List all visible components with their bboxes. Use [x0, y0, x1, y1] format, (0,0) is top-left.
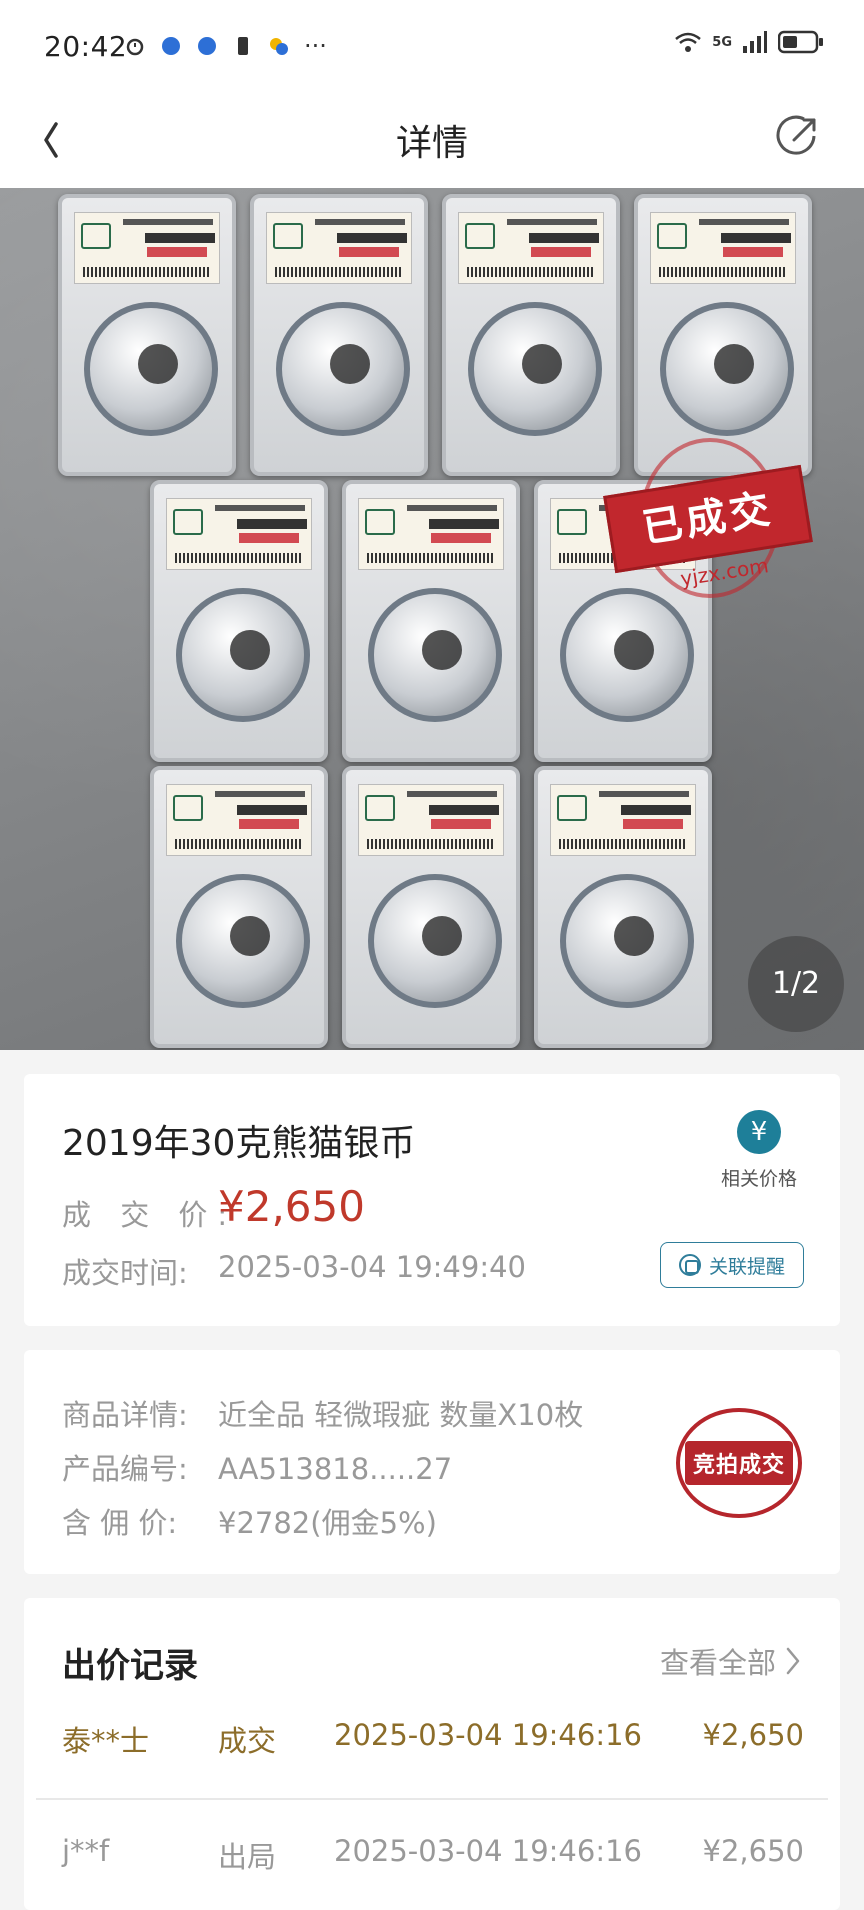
view-all-label: 查看全部: [659, 1646, 776, 1680]
auction-badge-label: 竞拍成交: [684, 1441, 793, 1485]
bid-time: 2025-03-04 19:46:16: [334, 1718, 642, 1752]
detail-row-product-id: 产品编号: AA513818.....27: [62, 1446, 452, 1488]
coin-slab: [250, 194, 428, 476]
sim-icon: [238, 37, 248, 55]
coin-slab: [150, 766, 328, 1048]
detail-row-commission-price: 含 佣 价: ¥2782(佣金5%): [62, 1500, 437, 1542]
price-label: 成 交 价:: [62, 1198, 238, 1232]
bid-amount: ¥2,650: [702, 1718, 804, 1752]
coin-slab: [634, 194, 812, 476]
gallery-page-indicator: 1/2: [748, 936, 844, 1032]
bid-amount: ¥2,650: [702, 1834, 804, 1868]
status-bar: 20:42 ··· 5G: [0, 0, 864, 92]
deal-time: 2025-03-04 19:49:40: [218, 1250, 526, 1284]
signal-icon: [743, 31, 767, 53]
detail-row-condition: 商品详情: 近全品 轻微瑕疵 数量X10枚: [62, 1392, 583, 1434]
deal-price: ¥2,650: [218, 1182, 365, 1231]
wifi-icon: [675, 32, 702, 52]
bid-row: j**f 出局 2025-03-04 19:46:16 ¥2,650: [62, 1834, 804, 1894]
app-icon: [162, 37, 180, 55]
network-type: 5G: [712, 34, 732, 50]
bid-records-title: 出价记录: [62, 1646, 198, 1686]
yuan-icon: ¥: [737, 1110, 781, 1154]
page-title: 详情: [395, 123, 468, 164]
coin-slab: [342, 480, 520, 762]
auction-sold-badge: 竞拍成交: [676, 1408, 802, 1518]
nav-bar: 详情: [0, 92, 864, 188]
product-image-gallery[interactable]: 已成交 yjzx.com 1/2: [0, 188, 864, 1050]
detail-value: AA513818.....27: [218, 1452, 453, 1486]
deal-time-label: 成交时间:: [62, 1256, 188, 1290]
detail-key: 商品详情:: [62, 1398, 188, 1432]
link-remind-label: 关联提醒: [708, 1255, 785, 1278]
detail-value: 近全品 轻微瑕疵 数量X10枚: [218, 1398, 584, 1432]
bid-user: j**f: [62, 1834, 110, 1868]
chevron-right-icon: [786, 1647, 800, 1675]
row-divider: [36, 1798, 828, 1800]
coin-slab: [442, 194, 620, 476]
share-button[interactable]: [768, 106, 828, 166]
app-icon: [270, 38, 288, 55]
link-icon: [678, 1254, 701, 1276]
coin-slab: [342, 766, 520, 1048]
coin-slab: [150, 480, 328, 762]
product-details-card: 商品详情: 近全品 轻微瑕疵 数量X10枚 产品编号: AA513818.....2…: [24, 1350, 840, 1574]
status-time: 20:42: [44, 30, 128, 63]
bid-status: 成交: [218, 1724, 277, 1758]
status-notification-icons: ···: [124, 32, 327, 60]
view-all-button[interactable]: 查看全部: [660, 1640, 804, 1682]
product-title: 2019年30克熊猫银币: [62, 1123, 416, 1164]
detail-key: 产品编号:: [62, 1452, 188, 1486]
link-remind-button[interactable]: 关联提醒: [660, 1242, 804, 1288]
alarm-icon: [126, 38, 144, 56]
bid-records-card: 出价记录 查看全部 泰**士 成交 2025-03-04 19:46:16 ¥2…: [24, 1598, 840, 1910]
detail-key: 含 佣 价:: [62, 1506, 178, 1540]
bid-status: 出局: [218, 1840, 277, 1874]
related-price-label: 相关价格: [720, 1168, 797, 1190]
status-system-icons: 5G: [674, 30, 824, 54]
bid-time: 2025-03-04 19:46:16: [334, 1834, 642, 1868]
battery-icon: [778, 30, 823, 54]
coin-slab: [58, 194, 236, 476]
more-icon: ···: [304, 32, 327, 60]
bid-row: 泰**士 成交 2025-03-04 19:46:16 ¥2,650: [62, 1718, 804, 1778]
coin-slab: [534, 766, 712, 1048]
bid-user: 泰**士: [62, 1724, 150, 1758]
related-price-button[interactable]: ¥ 相关价格: [714, 1110, 804, 1191]
detail-value: ¥2782(佣金5%): [218, 1506, 437, 1540]
product-summary-card: 2019年30克熊猫银币 成 交 价: ¥2,650 成交时间: 2025-03…: [24, 1074, 840, 1326]
app-icon: [198, 37, 216, 55]
